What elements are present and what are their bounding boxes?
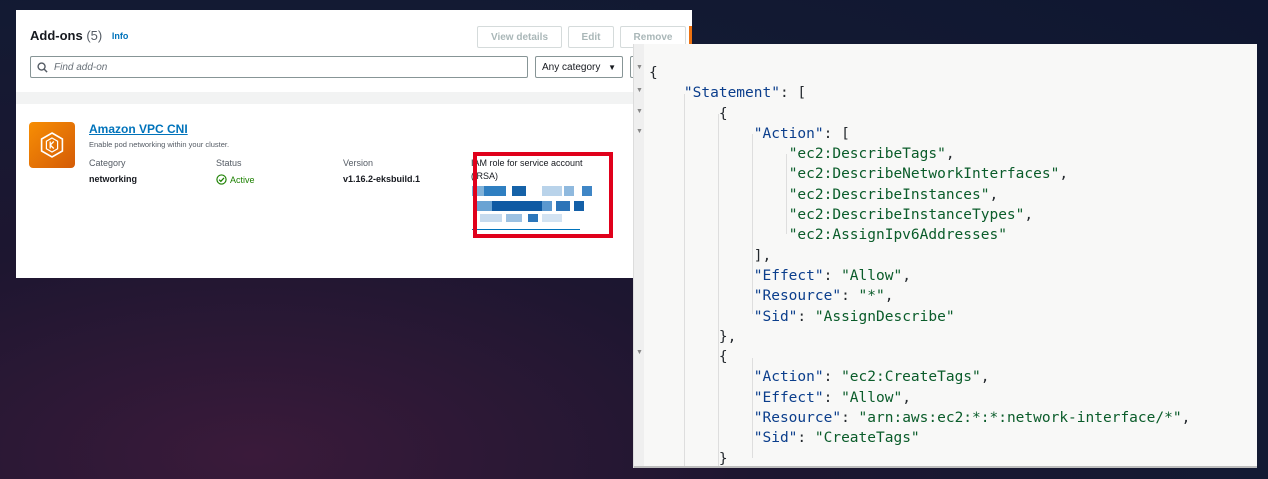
addon-name-link[interactable]: Amazon VPC CNI bbox=[89, 122, 188, 136]
json-string: "AssignDescribe" bbox=[814, 308, 955, 325]
json-key: "Sid" bbox=[753, 308, 798, 325]
json-string: "Allow" bbox=[841, 389, 903, 406]
info-link[interactable]: Info bbox=[112, 31, 129, 41]
json-token: } bbox=[718, 450, 728, 467]
search-placeholder: Find add-on bbox=[54, 61, 108, 73]
caret-down-icon: ▼ bbox=[608, 62, 616, 72]
json-key: "Action" bbox=[753, 125, 824, 142]
category-value: networking bbox=[89, 174, 138, 184]
highlight-annotation-box bbox=[473, 152, 613, 238]
edit-button[interactable]: Edit bbox=[568, 26, 614, 48]
json-string: "ec2:DescribeInstanceTypes" bbox=[788, 207, 1025, 224]
editor-gutter: ▼ ▼ ▼ ▼ ▼ bbox=[634, 44, 644, 468]
version-value: v1.16.2-eksbuild.1 bbox=[343, 174, 421, 184]
kubernetes-addon-icon bbox=[40, 132, 64, 158]
search-input[interactable]: Find add-on bbox=[30, 56, 528, 78]
addons-count: (5) bbox=[86, 28, 103, 43]
json-string: "ec2:DescribeNetworkInterfaces" bbox=[788, 166, 1060, 183]
addon-description: Enable pod networking within your cluste… bbox=[89, 140, 230, 149]
json-string: "*" bbox=[858, 288, 885, 305]
json-string: "ec2:DescribeTags" bbox=[788, 146, 946, 163]
json-token: { bbox=[649, 65, 658, 81]
vpc-cni-logo bbox=[29, 122, 75, 168]
json-string: "ec2:AssignIpv6Addresses" bbox=[788, 227, 1007, 244]
policy-json-editor[interactable]: ▼ ▼ ▼ ▼ ▼ { "Statement": [ { "Action": [… bbox=[633, 44, 1257, 468]
json-string: "ec2:DescribeInstances" bbox=[788, 186, 990, 203]
json-token: : [ bbox=[823, 125, 850, 142]
category-selected: Any category bbox=[542, 61, 601, 73]
fold-toggle-icon[interactable]: ▼ bbox=[636, 108, 643, 115]
json-key: "Resource" bbox=[753, 410, 842, 427]
json-token: { bbox=[718, 105, 728, 122]
json-token: }, bbox=[718, 328, 737, 345]
json-string: "Allow" bbox=[841, 267, 903, 284]
json-token: { bbox=[718, 349, 728, 366]
json-key: "Resource" bbox=[753, 288, 842, 305]
json-key: "Sid" bbox=[753, 430, 798, 447]
status-label: Status bbox=[216, 158, 242, 168]
json-string: "CreateTags" bbox=[814, 430, 920, 447]
category-select[interactable]: Any category ▼ bbox=[535, 56, 623, 78]
version-label: Version bbox=[343, 158, 374, 168]
status-value: Active bbox=[216, 174, 255, 185]
view-details-button[interactable]: View details bbox=[477, 26, 562, 48]
json-key: "Statement" bbox=[683, 85, 780, 102]
json-string: "arn:aws:ec2:*:*:network-interface/*" bbox=[858, 410, 1182, 427]
json-key: "Effect" bbox=[753, 267, 824, 284]
fold-toggle-icon[interactable]: ▼ bbox=[636, 64, 643, 71]
fold-toggle-icon[interactable]: ▼ bbox=[636, 128, 643, 135]
editor-bottom-border bbox=[634, 466, 1257, 468]
fold-toggle-icon[interactable]: ▼ bbox=[636, 349, 643, 356]
code-text[interactable]: { "Statement": [ { "Action": [ "ec2:Desc… bbox=[649, 63, 1190, 468]
section-divider bbox=[16, 92, 692, 104]
category-label: Category bbox=[89, 158, 126, 168]
status-text: Active bbox=[230, 174, 255, 185]
check-circle-icon bbox=[216, 174, 227, 185]
search-icon bbox=[37, 61, 48, 73]
json-token: ], bbox=[753, 247, 772, 264]
addons-title: Add-ons bbox=[30, 28, 83, 43]
json-token: : [ bbox=[779, 85, 807, 102]
addons-panel: Add-ons (5) Info View details Edit Remov… bbox=[16, 10, 692, 278]
json-key: "Effect" bbox=[753, 389, 824, 406]
json-key: "Action" bbox=[753, 369, 824, 386]
json-string: "ec2:CreateTags" bbox=[841, 369, 981, 386]
addons-header: Add-ons (5) Info bbox=[30, 28, 128, 43]
fold-toggle-icon[interactable]: ▼ bbox=[636, 87, 643, 94]
